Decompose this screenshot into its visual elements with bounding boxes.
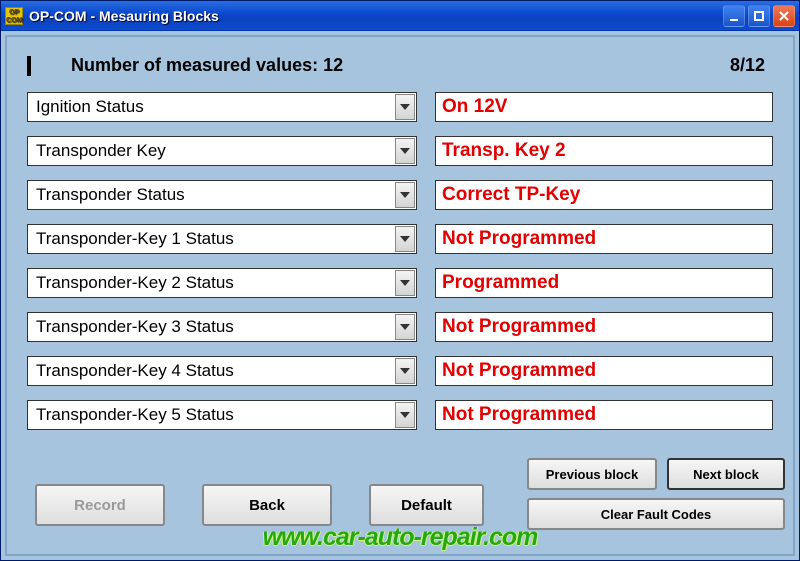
measuring-row: Transponder Status Correct TP-Key [27, 180, 773, 210]
window-controls [723, 5, 795, 27]
minimize-button[interactable] [723, 5, 745, 27]
parameter-label: Ignition Status [36, 97, 144, 117]
parameter-value: Correct TP-Key [435, 180, 773, 210]
parameter-label: Transponder-Key 1 Status [36, 229, 234, 249]
measuring-row: Transponder-Key 2 Status Programmed [27, 268, 773, 298]
parameter-value: Not Programmed [435, 312, 773, 342]
chevron-down-icon[interactable] [395, 226, 415, 252]
app-icon: OP COM [5, 7, 23, 25]
clear-fault-codes-button[interactable]: Clear Fault Codes [527, 498, 785, 530]
parameter-label: Transponder-Key 5 Status [36, 405, 234, 425]
chevron-down-icon[interactable] [395, 314, 415, 340]
default-button[interactable]: Default [369, 484, 484, 526]
header-row: Number of measured values: 12 8/12 [7, 37, 793, 84]
parameter-label: Transponder-Key 2 Status [36, 273, 234, 293]
record-button[interactable]: Record [35, 484, 165, 526]
chevron-down-icon[interactable] [395, 358, 415, 384]
measured-values-label: Number of measured values: 12 [71, 55, 343, 76]
parameter-select[interactable]: Ignition Status [27, 92, 417, 122]
parameter-value: On 12V [435, 92, 773, 122]
text-cursor-icon [27, 56, 31, 76]
measuring-row: Transponder-Key 5 Status Not Programmed [27, 400, 773, 430]
chevron-down-icon[interactable] [395, 138, 415, 164]
page-indicator: 8/12 [730, 55, 765, 76]
parameter-value: Transp. Key 2 [435, 136, 773, 166]
measuring-row: Transponder-Key 1 Status Not Programmed [27, 224, 773, 254]
measuring-row: Transponder-Key 4 Status Not Programmed [27, 356, 773, 386]
chevron-down-icon[interactable] [395, 270, 415, 296]
titlebar: OP COM OP-COM - Mesauring Blocks [1, 1, 799, 31]
close-button[interactable] [773, 5, 795, 27]
window-title: OP-COM - Mesauring Blocks [29, 8, 723, 24]
chevron-down-icon[interactable] [395, 402, 415, 428]
back-button[interactable]: Back [202, 484, 332, 526]
measuring-row: Transponder Key Transp. Key 2 [27, 136, 773, 166]
parameter-label: Transponder-Key 4 Status [36, 361, 234, 381]
button-row: Record Back Default Previous block Next … [27, 458, 773, 538]
parameter-value: Programmed [435, 268, 773, 298]
parameter-select[interactable]: Transponder-Key 1 Status [27, 224, 417, 254]
parameter-label: Transponder Key [36, 141, 166, 161]
parameter-select[interactable]: Transponder Status [27, 180, 417, 210]
parameter-value: Not Programmed [435, 224, 773, 254]
parameter-select[interactable]: Transponder-Key 3 Status [27, 312, 417, 342]
next-block-button[interactable]: Next block [667, 458, 785, 490]
app-window: OP COM OP-COM - Mesauring Blocks Number … [0, 0, 800, 561]
parameter-label: Transponder Status [36, 185, 185, 205]
measuring-row: Transponder-Key 3 Status Not Programmed [27, 312, 773, 342]
parameter-value: Not Programmed [435, 400, 773, 430]
measuring-rows: Ignition StatusOn 12VTransponder KeyTran… [7, 84, 793, 430]
measuring-row: Ignition Status On 12V [27, 92, 773, 122]
chevron-down-icon[interactable] [395, 94, 415, 120]
chevron-down-icon[interactable] [395, 182, 415, 208]
parameter-select[interactable]: Transponder-Key 2 Status [27, 268, 417, 298]
previous-block-button[interactable]: Previous block [527, 458, 657, 490]
parameter-value: Not Programmed [435, 356, 773, 386]
parameter-label: Transponder-Key 3 Status [36, 317, 234, 337]
parameter-select[interactable]: Transponder-Key 5 Status [27, 400, 417, 430]
parameter-select[interactable]: Transponder Key [27, 136, 417, 166]
parameter-select[interactable]: Transponder-Key 4 Status [27, 356, 417, 386]
maximize-button[interactable] [748, 5, 770, 27]
client-area: Number of measured values: 12 8/12 Ignit… [5, 35, 795, 556]
